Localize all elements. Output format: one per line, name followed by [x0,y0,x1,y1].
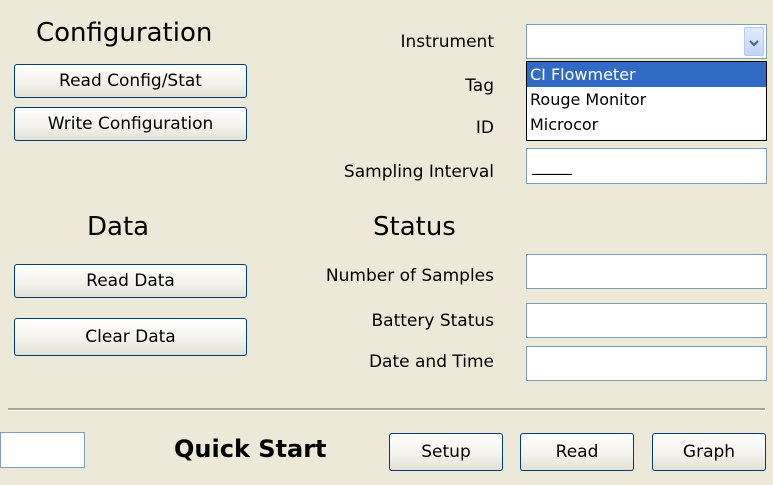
id-label: ID [475,118,494,138]
instrument-dropdown-list: CI Flowmeter Rouge Monitor Microcor [526,61,767,141]
date-and-time-label: Date and Time [368,352,494,372]
dropdown-option-rouge-monitor[interactable]: Rouge Monitor [527,87,766,112]
graph-button[interactable]: Graph [652,433,766,471]
sampling-interval-value: _____ [532,156,572,175]
read-button[interactable]: Read [520,433,634,471]
data-heading: Data [87,212,150,242]
sampling-interval-input[interactable]: _____ [526,148,767,184]
setup-button[interactable]: Setup [389,433,503,471]
status-heading: Status [373,212,456,242]
read-config-button[interactable]: Read Config/Stat [14,64,247,98]
instrument-label: Instrument [400,32,494,52]
clear-data-button[interactable]: Clear Data [14,318,247,356]
chevron-down-icon [749,32,759,51]
dropdown-option-ci-flowmeter[interactable]: CI Flowmeter [527,62,766,87]
dropdown-arrow-button[interactable] [744,27,764,56]
section-divider [8,408,765,411]
quick-start-heading: Quick Start [174,435,327,463]
battery-status-label: Battery Status [371,311,495,331]
tag-label: Tag [465,76,494,96]
date-and-time-field [526,346,767,381]
instrument-select[interactable] [526,24,767,59]
battery-status-field [526,303,767,338]
number-of-samples-field [526,254,767,289]
quick-start-input[interactable] [0,432,85,468]
write-configuration-button[interactable]: Write Configuration [14,107,247,141]
configuration-heading: Configuration [36,18,213,48]
read-data-button[interactable]: Read Data [14,264,247,298]
number-of-samples-label: Number of Samples [325,266,494,286]
dropdown-option-microcor[interactable]: Microcor [527,112,766,137]
sampling-interval-label: Sampling Interval [343,162,494,182]
